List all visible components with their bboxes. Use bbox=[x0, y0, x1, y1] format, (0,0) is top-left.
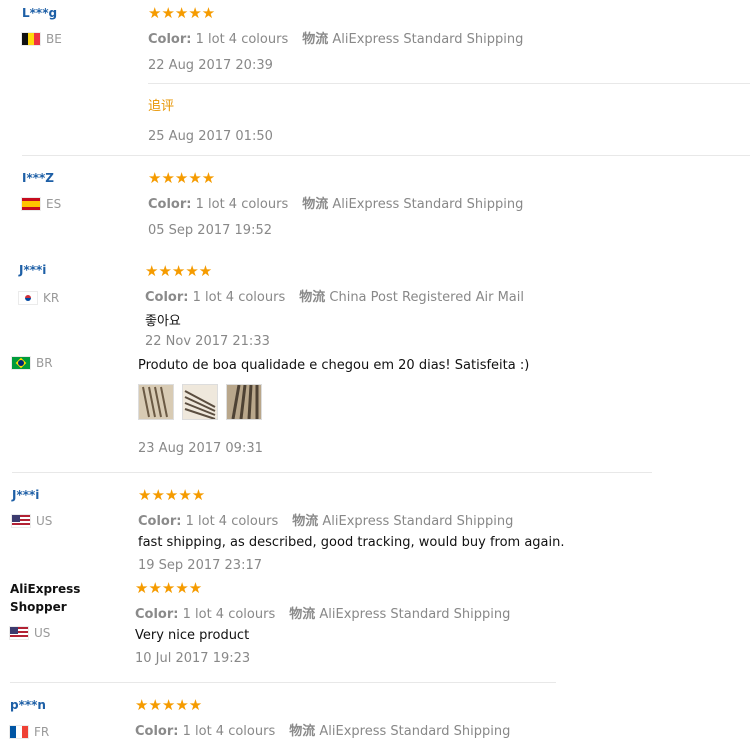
review-photos bbox=[138, 384, 270, 420]
review-photo-thumbnail[interactable] bbox=[138, 384, 174, 420]
review-text: fast shipping, as described, good tracki… bbox=[138, 535, 565, 550]
review-text: Produto de boa qualidade e chegou em 20 … bbox=[138, 358, 530, 373]
us-flag-icon bbox=[10, 627, 28, 639]
us-flag-icon bbox=[12, 515, 30, 527]
additional-review-date: 25 Aug 2017 01:50 bbox=[148, 129, 273, 144]
reviewer-name[interactable]: p***n bbox=[10, 698, 46, 712]
reviewer-country: BR bbox=[12, 356, 53, 370]
reviewer-name: AliExpress Shopper bbox=[10, 582, 81, 614]
reviewer-name[interactable]: J***i bbox=[12, 488, 39, 502]
reviewer-country: BE bbox=[22, 32, 62, 46]
review-photo-thumbnail[interactable] bbox=[226, 384, 262, 420]
reviewer-country: US bbox=[12, 514, 52, 528]
review-date: 22 Aug 2017 20:39 bbox=[148, 58, 273, 73]
review-meta: Color: 1 lot 4 colours 物流 AliExpress Stan… bbox=[148, 197, 524, 212]
review-date: 10 Jul 2017 19:23 bbox=[135, 651, 251, 666]
review-meta: Color: 1 lot 4 colours 物流 AliExpress Stan… bbox=[135, 607, 511, 622]
be-flag-icon bbox=[22, 33, 40, 45]
review-photo-thumbnail[interactable] bbox=[182, 384, 218, 420]
reviewer-name[interactable]: L***g bbox=[22, 6, 57, 20]
review-text: Very nice product bbox=[135, 628, 250, 643]
br-flag-icon bbox=[12, 357, 30, 369]
reviewer-name[interactable]: I***Z bbox=[22, 171, 54, 185]
reviewer-country: FR bbox=[10, 725, 49, 739]
star-rating: ★★★★★ bbox=[148, 169, 216, 187]
review-date: 05 Sep 2017 19:52 bbox=[148, 223, 272, 238]
kr-flag-icon bbox=[19, 292, 37, 304]
review-meta: Color: 1 lot 4 colours 物流 AliExpress Stan… bbox=[138, 514, 514, 529]
star-rating: ★★★★★ bbox=[138, 486, 206, 504]
reviewer-name[interactable]: J***i bbox=[19, 263, 46, 277]
divider bbox=[10, 682, 556, 683]
review-date: 19 Sep 2017 23:17 bbox=[138, 558, 262, 573]
additional-review-label: 追评 bbox=[148, 99, 175, 114]
star-rating: ★★★★★ bbox=[135, 579, 203, 597]
review-meta: Color: 1 lot 4 colours 物流 China Post Regi… bbox=[145, 290, 524, 305]
star-rating: ★★★★★ bbox=[135, 696, 203, 714]
review-date: 22 Nov 2017 21:33 bbox=[145, 334, 270, 349]
star-rating: ★★★★★ bbox=[145, 262, 213, 280]
review-date: 23 Aug 2017 09:31 bbox=[138, 441, 263, 456]
divider bbox=[12, 472, 652, 473]
fr-flag-icon bbox=[10, 726, 28, 738]
es-flag-icon bbox=[22, 198, 40, 210]
divider bbox=[148, 83, 750, 84]
review-text: 좋아요 bbox=[145, 314, 181, 329]
reviewer-country: ES bbox=[22, 197, 61, 211]
review-meta: Color: 1 lot 4 colours 物流 AliExpress Stan… bbox=[148, 32, 524, 47]
review-meta: Color: 1 lot 4 colours 物流 AliExpress Stan… bbox=[135, 724, 511, 739]
star-rating: ★★★★★ bbox=[148, 4, 216, 22]
reviewer-country: KR bbox=[19, 291, 59, 305]
reviewer-country: US bbox=[10, 626, 50, 640]
divider bbox=[22, 155, 750, 156]
